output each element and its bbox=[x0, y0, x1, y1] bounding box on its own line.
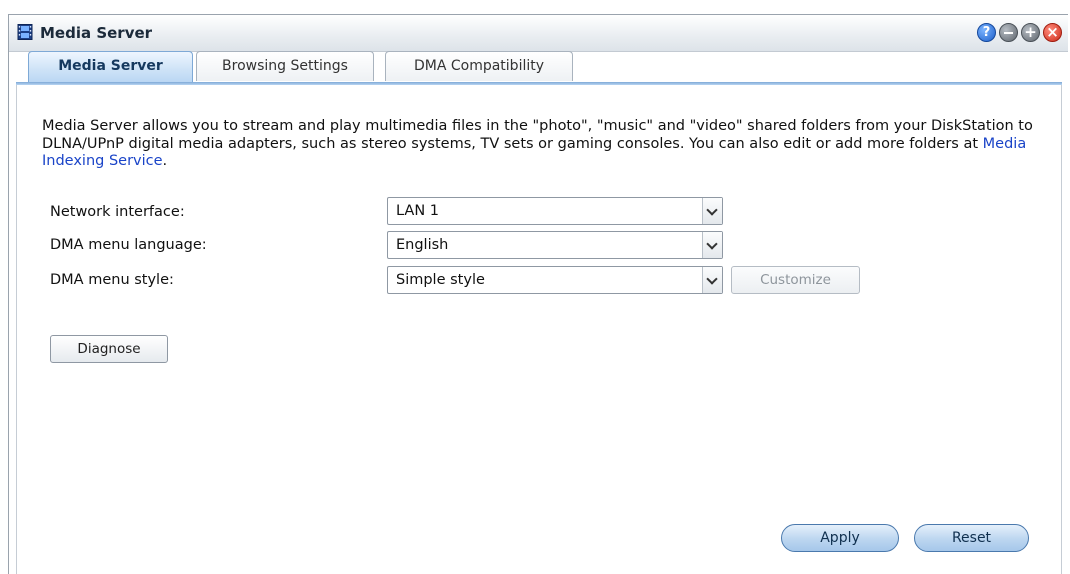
tab-dma-compatibility[interactable]: DMA Compatibility bbox=[385, 51, 573, 81]
tab-media-server[interactable]: Media Server bbox=[28, 51, 193, 83]
dma-menu-style-value: Simple style bbox=[396, 272, 485, 288]
chevron-down-icon[interactable] bbox=[702, 198, 722, 224]
dma-menu-language-value: English bbox=[396, 237, 449, 253]
network-interface-select[interactable]: LAN 1 bbox=[387, 197, 723, 225]
customize-button[interactable]: Customize bbox=[731, 266, 860, 294]
reset-button[interactable]: Reset bbox=[914, 524, 1029, 552]
maximize-icon[interactable] bbox=[1021, 23, 1040, 42]
network-interface-label: Network interface: bbox=[50, 204, 185, 220]
chevron-down-icon[interactable] bbox=[702, 232, 722, 258]
diagnose-button[interactable]: Diagnose bbox=[50, 335, 168, 363]
window-controls bbox=[977, 23, 1062, 42]
help-icon[interactable] bbox=[977, 23, 996, 42]
description-body: Media Server allows you to stream and pl… bbox=[42, 118, 1033, 152]
title-bar[interactable]: Media Server bbox=[9, 15, 1068, 52]
description-text: Media Server allows you to stream and pl… bbox=[42, 118, 1052, 171]
network-interface-value: LAN 1 bbox=[396, 203, 440, 219]
chevron-down-icon[interactable] bbox=[702, 267, 722, 293]
tab-browsing-settings[interactable]: Browsing Settings bbox=[196, 51, 374, 81]
window-title: Media Server bbox=[40, 24, 153, 42]
dma-menu-style-label: DMA menu style: bbox=[50, 272, 174, 288]
minimize-icon[interactable] bbox=[999, 23, 1018, 42]
description-suffix: . bbox=[162, 153, 168, 169]
close-icon[interactable] bbox=[1043, 23, 1062, 42]
dma-menu-language-label: DMA menu language: bbox=[50, 237, 207, 253]
apply-button[interactable]: Apply bbox=[781, 524, 899, 552]
dma-menu-style-select[interactable]: Simple style bbox=[387, 266, 723, 294]
dma-menu-language-select[interactable]: English bbox=[387, 231, 723, 259]
film-strip-icon bbox=[17, 24, 33, 40]
